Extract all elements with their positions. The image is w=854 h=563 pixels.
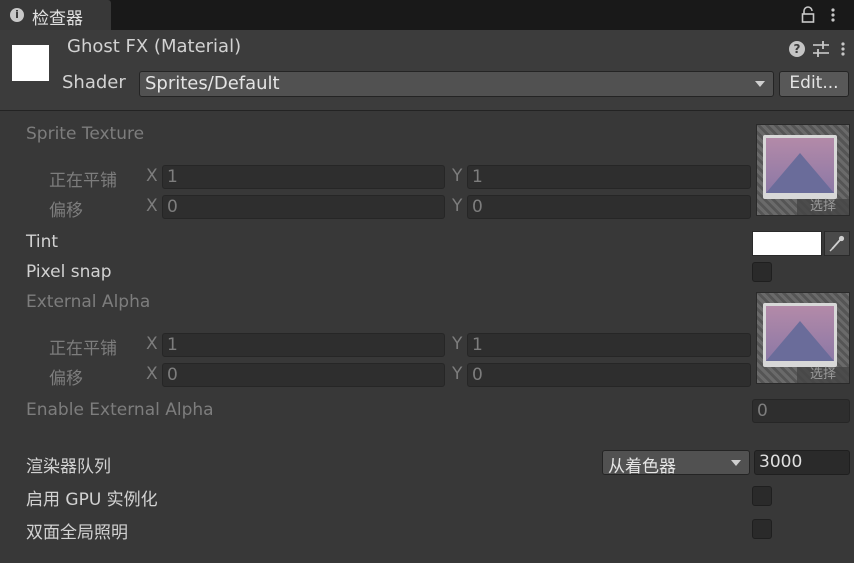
- offset-label: 偏移: [49, 201, 83, 221]
- material-preview-swatch: [12, 45, 49, 81]
- double-sided-gi-checkbox[interactable]: [752, 519, 772, 539]
- pixel-snap-checkbox[interactable]: [752, 262, 772, 282]
- shader-dropdown[interactable]: Sprites/Default: [139, 71, 774, 97]
- axis-x-label: X: [146, 166, 158, 186]
- kebab-menu-icon[interactable]: [828, 5, 838, 25]
- preset-settings-icon[interactable]: [811, 40, 831, 58]
- select-texture-button[interactable]: 选择: [797, 367, 849, 383]
- tint-label: Tint: [26, 232, 59, 252]
- help-icon[interactable]: ?: [789, 41, 805, 57]
- offset-x-field[interactable]: 0: [162, 195, 445, 219]
- tab-inspector[interactable]: i 检查器: [0, 0, 111, 31]
- pixel-snap-label: Pixel snap: [26, 262, 112, 282]
- axis-y-label: Y: [452, 334, 463, 354]
- enable-external-alpha-field[interactable]: 0: [752, 399, 850, 423]
- texture-thumbnail-icon: [766, 306, 834, 361]
- tab-title: 检查器: [32, 9, 83, 29]
- gpu-instancing-label: 启用 GPU 实例化: [26, 490, 158, 510]
- sprite-texture-slot[interactable]: 选择: [756, 124, 850, 216]
- gpu-instancing-checkbox[interactable]: [752, 486, 772, 506]
- sprite-texture-label: Sprite Texture: [26, 124, 145, 144]
- axis-x-label: X: [146, 196, 158, 216]
- render-queue-dropdown[interactable]: 从着色器: [602, 450, 750, 477]
- tiling-label: 正在平铺: [49, 171, 117, 191]
- tiling-label: 正在平铺: [49, 339, 117, 359]
- render-queue-option: 从着色器: [608, 457, 676, 477]
- offset-label: 偏移: [49, 369, 83, 389]
- render-queue-label: 渲染器队列: [26, 457, 111, 477]
- edit-shader-button[interactable]: Edit...: [779, 71, 849, 97]
- eyedropper-icon[interactable]: [824, 231, 850, 256]
- axis-x-label: X: [146, 364, 158, 384]
- enable-external-alpha-label: Enable External Alpha: [26, 400, 214, 420]
- double-sided-gi-label: 双面全局照明: [26, 523, 128, 543]
- tab-bar: [0, 0, 854, 30]
- tint-color-field[interactable]: [752, 231, 822, 256]
- material-title: Ghost FX (Material): [67, 36, 242, 57]
- offset-y-field[interactable]: 0: [467, 195, 751, 219]
- info-icon: i: [10, 8, 24, 22]
- tiling-y-field[interactable]: 1: [467, 333, 751, 357]
- axis-y-label: Y: [452, 196, 463, 216]
- texture-thumbnail-icon: [766, 138, 834, 193]
- shader-value: Sprites/Default: [145, 73, 280, 94]
- tiling-x-field[interactable]: 1: [162, 165, 445, 189]
- tiling-y-field[interactable]: 1: [467, 165, 751, 189]
- external-alpha-label: External Alpha: [26, 292, 151, 312]
- chevron-down-icon: [731, 460, 741, 466]
- axis-y-label: Y: [452, 364, 463, 384]
- select-texture-button[interactable]: 选择: [797, 199, 849, 215]
- render-queue-value-field[interactable]: 3000: [754, 450, 850, 475]
- axis-y-label: Y: [452, 166, 463, 186]
- offset-y-field[interactable]: 0: [467, 363, 751, 387]
- chevron-down-icon: [755, 81, 765, 87]
- lock-icon[interactable]: [800, 5, 816, 25]
- axis-x-label: X: [146, 334, 158, 354]
- offset-x-field[interactable]: 0: [162, 363, 445, 387]
- external-alpha-texture-slot[interactable]: 选择: [756, 292, 850, 384]
- shader-label: Shader: [62, 72, 126, 93]
- kebab-menu-icon[interactable]: [838, 40, 848, 60]
- tiling-x-field[interactable]: 1: [162, 333, 445, 357]
